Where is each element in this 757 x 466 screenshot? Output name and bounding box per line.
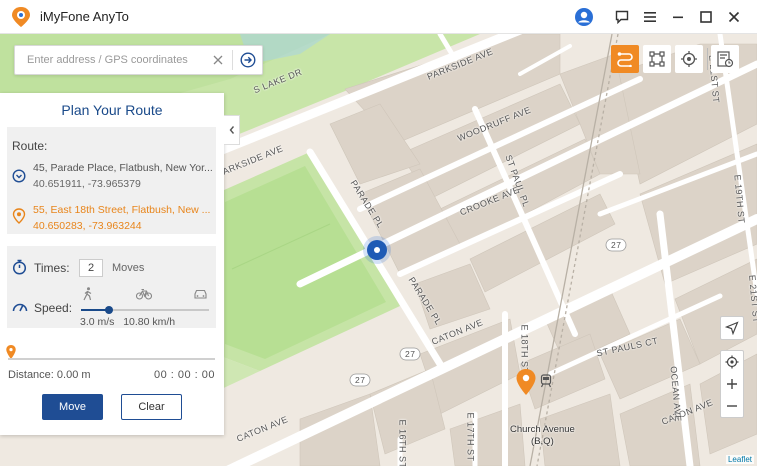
station-name: Church Avenue [510, 424, 575, 435]
current-location-marker[interactable] [362, 235, 392, 265]
speed-ms: 3.0 m/s [80, 316, 115, 328]
options-box: Times: 2 Moves Speed: 3.0 m/s 10.80 km/h [7, 246, 216, 328]
search-box [14, 45, 263, 75]
toolbar-divider [707, 48, 708, 70]
speedometer-icon [12, 300, 28, 315]
maximize-icon[interactable] [693, 4, 719, 30]
zoom-in-button[interactable] [726, 373, 738, 395]
destination-coords: 40.650283, -73.963244 [33, 220, 142, 232]
route-27-badge: 27 [355, 375, 366, 385]
timer-icon [12, 259, 27, 278]
menu-icon[interactable] [637, 4, 663, 30]
two-spot-mode-icon[interactable] [611, 45, 639, 73]
map-attribution[interactable]: Leaflet [725, 455, 754, 464]
history-icon[interactable] [711, 45, 739, 73]
search-go-icon[interactable] [236, 46, 260, 74]
times-label: Times: [34, 261, 70, 275]
locate-target-icon [725, 355, 739, 369]
speed-values: 3.0 m/s 10.80 km/h [80, 316, 175, 328]
street-label: E 17TH ST [465, 412, 476, 462]
panel-title: Plan Your Route [61, 102, 163, 118]
move-button[interactable]: Move [42, 394, 103, 420]
app-title: iMyFone AnyTo [40, 9, 129, 24]
teleport-mode-icon[interactable] [675, 45, 703, 73]
chevron-left-icon [229, 126, 234, 134]
user-account-icon[interactable] [571, 4, 597, 30]
close-icon[interactable] [721, 4, 747, 30]
speed-slider-handle[interactable] [105, 306, 114, 314]
search-divider [232, 50, 233, 70]
move-progress-bar [8, 358, 215, 360]
station-label: Church Avenue (B,Q) [510, 424, 575, 448]
minus-icon [727, 405, 737, 407]
speed-slider[interactable] [81, 306, 209, 314]
zoom-controls [720, 350, 744, 418]
locate-me-button[interactable] [725, 351, 739, 373]
collapse-panel-button[interactable] [224, 115, 240, 145]
app-logo-icon [12, 6, 30, 27]
title-bar: iMyFone AnyTo [0, 0, 757, 34]
driving-icon[interactable] [193, 289, 208, 303]
route-panel: Plan Your Route Route: 45, Parade Place,… [0, 93, 224, 435]
route-label: Route: [12, 139, 48, 153]
street-label: E 16TH ST [397, 419, 408, 466]
navigate-direction-button[interactable] [720, 316, 744, 340]
start-point-icon [12, 169, 26, 183]
route-box: Route: 45, Parade Place, Flatbush, New Y… [7, 127, 216, 234]
walking-icon[interactable] [82, 287, 94, 304]
street-label: E 18TH ST [519, 324, 530, 374]
start-address: 45, Parade Place, Flatbush, New Yor... [33, 162, 213, 174]
clear-icon[interactable] [207, 46, 229, 74]
destination-address: 55, East 18th Street, Flatbush, New ... [33, 204, 211, 216]
route-27-badge: 27 [405, 349, 416, 359]
elapsed-time: 00 : 00 : 00 [153, 369, 215, 381]
search-input[interactable] [15, 46, 207, 74]
moves-label: Moves [112, 262, 145, 274]
navigation-arrow-icon [725, 321, 739, 335]
times-input[interactable]: 2 [79, 259, 103, 277]
plus-icon [727, 379, 737, 389]
start-stop[interactable]: 45, Parade Place, Flatbush, New Yor... 4… [33, 160, 213, 192]
clear-button[interactable]: Clear [121, 394, 182, 420]
feedback-icon[interactable] [609, 4, 635, 30]
station-lines: (B,Q) [531, 436, 554, 447]
mode-toolbar [611, 45, 743, 73]
speed-label: Speed: [34, 301, 73, 315]
destination-pin-icon[interactable] [516, 369, 536, 395]
speed-kmh: 10.80 km/h [123, 316, 176, 328]
route-27-badge: 27 [611, 240, 622, 250]
minimize-icon[interactable] [665, 4, 691, 30]
destination-point-icon [12, 208, 26, 224]
subway-station-icon [540, 374, 552, 388]
multi-spot-mode-icon[interactable] [643, 45, 671, 73]
start-coords: 40.651911, -73.965379 [33, 178, 141, 190]
zoom-out-button[interactable] [726, 395, 738, 417]
cycling-icon[interactable] [135, 288, 153, 303]
distance-readout: Distance: 0.00 m [8, 369, 91, 381]
destination-stop[interactable]: 55, East 18th Street, Flatbush, New ... … [33, 202, 210, 234]
